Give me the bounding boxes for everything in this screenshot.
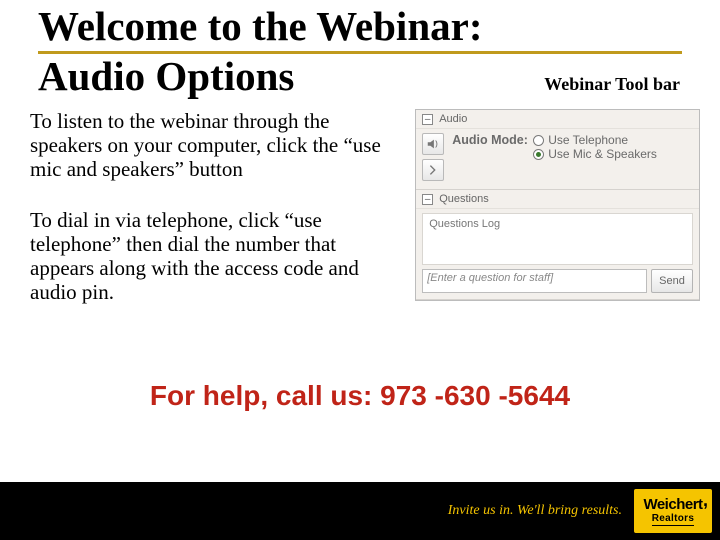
use-mic-label: Use Mic & Speakers [548, 147, 657, 161]
instruction-paragraph-2: To dial in via telephone, click “use tel… [30, 208, 403, 305]
audio-mode-label: Audio Mode: [452, 133, 528, 147]
toolbar-caption: Webinar Tool bar [544, 74, 680, 95]
instruction-paragraph-1: To listen to the webinar through the spe… [30, 109, 403, 181]
slide-title-line1: Welcome to the Webinar: [0, 0, 720, 49]
audio-panel-label: Audio [439, 113, 693, 125]
collapse-icon[interactable]: – [422, 194, 433, 205]
slide-title-line2: Audio Options [0, 54, 294, 99]
audio-panel-header[interactable]: – Audio [416, 110, 699, 129]
weichert-logo: Weichert , Realtors [634, 489, 712, 533]
footer-tagline: Invite us in. We'll bring results. [448, 503, 622, 519]
radio-selected-icon [533, 149, 544, 160]
help-phone-line: For help, call us: 973 -630 -5644 [0, 380, 720, 412]
logo-line2: Realtors [652, 514, 694, 526]
radio-icon [533, 135, 544, 146]
speaker-icon[interactable] [422, 133, 444, 155]
webinar-toolbar-screenshot: – Audio Audio Mode: [415, 109, 700, 330]
logo-comma: , [703, 491, 708, 509]
questions-panel-header[interactable]: – Questions [416, 190, 699, 209]
use-telephone-option[interactable]: Use Telephone [533, 133, 657, 147]
send-button[interactable]: Send [651, 269, 693, 293]
footer-bar: Invite us in. We'll bring results. Weich… [0, 482, 720, 540]
use-telephone-label: Use Telephone [548, 133, 628, 147]
question-input[interactable]: [Enter a question for staff] [422, 269, 647, 293]
logo-line1: Weichert [643, 497, 702, 512]
questions-panel-label: Questions [439, 193, 693, 205]
expand-icon[interactable] [422, 159, 444, 181]
use-mic-speakers-option[interactable]: Use Mic & Speakers [533, 147, 657, 161]
collapse-icon[interactable]: – [422, 114, 433, 125]
questions-log: Questions Log [422, 213, 693, 265]
instruction-text: To listen to the webinar through the spe… [30, 109, 403, 330]
